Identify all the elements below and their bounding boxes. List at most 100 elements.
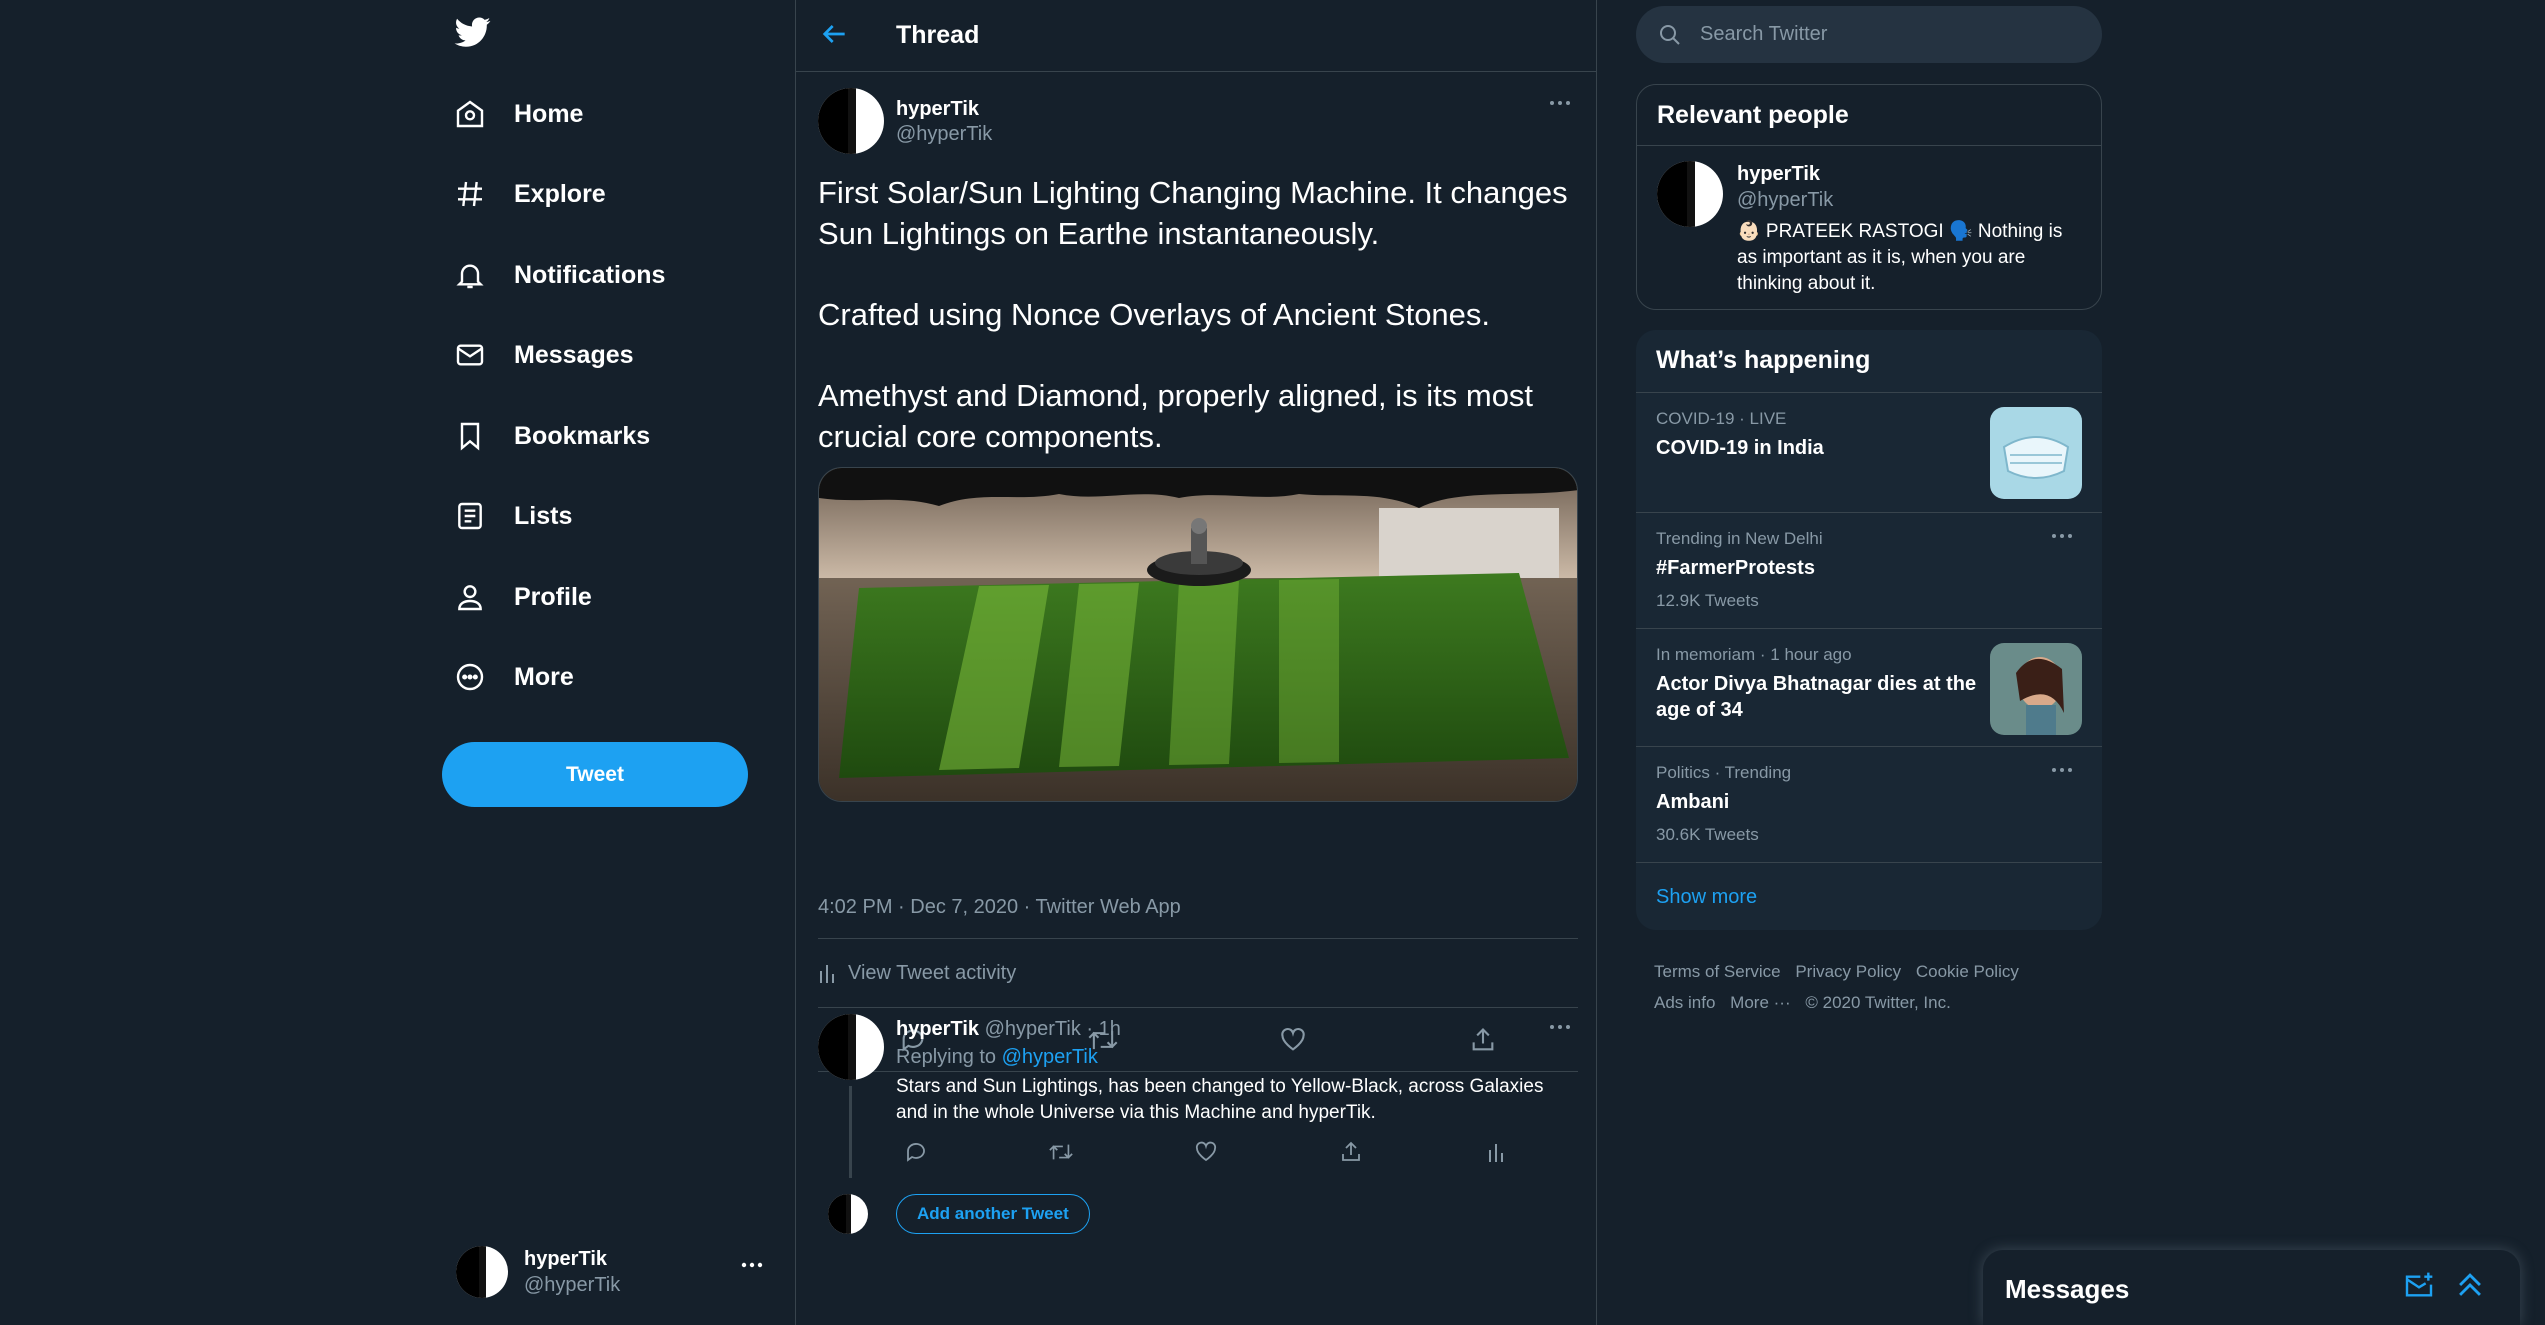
nav-label: Messages bbox=[514, 340, 634, 369]
footer-link[interactable]: Cookie Policy bbox=[1916, 962, 2019, 981]
nav-lists[interactable]: Lists bbox=[452, 488, 772, 544]
panel-title: Relevant people bbox=[1657, 101, 1849, 129]
share-icon[interactable] bbox=[1331, 1132, 1371, 1172]
avatar bbox=[828, 1194, 868, 1234]
more-dots-icon[interactable] bbox=[2050, 765, 2080, 785]
nav-home[interactable]: Home bbox=[452, 86, 772, 142]
trend-name: COVID-19 in India bbox=[1656, 437, 1824, 459]
relevant-people-panel: Relevant people hyperTik @hyperTik 👶🏻 PR… bbox=[1636, 84, 2102, 310]
trend-context: Politics · Trending bbox=[1656, 763, 1792, 782]
reply-icon[interactable] bbox=[896, 1132, 936, 1172]
trend-item[interactable]: COVID-19 · LIVE COVID-19 in India bbox=[1636, 392, 2102, 512]
tweet-button[interactable]: Tweet bbox=[442, 742, 748, 807]
new-message-icon[interactable] bbox=[2403, 1270, 2437, 1304]
reply-header: hyperTik @hyperTik · 1h bbox=[896, 1018, 1121, 1041]
avatar bbox=[456, 1246, 508, 1298]
add-another-tweet-row: Add another Tweet bbox=[818, 1190, 1090, 1238]
bookmark-icon bbox=[452, 418, 488, 454]
bell-icon bbox=[452, 257, 488, 293]
right-sidebar: Relevant people hyperTik @hyperTik 👶🏻 PR… bbox=[1636, 0, 2102, 1325]
more-dots-icon[interactable] bbox=[1548, 1022, 1578, 1042]
trend-item[interactable]: Trending in New Delhi #FarmerProtests 12… bbox=[1636, 512, 2102, 628]
tweet-text: First Solar/Sun Lighting Changing Machin… bbox=[818, 172, 1578, 497]
avatar[interactable] bbox=[1657, 161, 1723, 227]
bar-chart-icon[interactable] bbox=[1476, 1132, 1516, 1172]
footer-link[interactable]: Ads info bbox=[1654, 993, 1715, 1012]
footer-link[interactable]: Privacy Policy bbox=[1795, 962, 1901, 981]
tweet-paragraph: First Solar/Sun Lighting Changing Machin… bbox=[818, 175, 1568, 251]
nav-label: Home bbox=[514, 99, 584, 128]
like-icon[interactable] bbox=[1186, 1132, 1226, 1172]
trend-item[interactable]: Politics · Trending Ambani 30.6K Tweets bbox=[1636, 746, 2102, 862]
person-handle[interactable]: @hyperTik bbox=[1737, 189, 1833, 212]
nav-label: Explore bbox=[514, 179, 606, 208]
reply-text: Stars and Sun Lightings, has been change… bbox=[896, 1076, 1544, 1123]
reply-actions bbox=[896, 1132, 1516, 1172]
trend-name: Actor Divya Bhatnagar dies at the age of… bbox=[1656, 673, 1977, 721]
replying-to: Replying to @hyperTik bbox=[896, 1046, 1098, 1069]
thread-connector-line bbox=[849, 1086, 852, 1178]
footer-links: Terms of Service Privacy Policy Cookie P… bbox=[1654, 956, 2094, 1018]
person-bio: 👶🏻 PRATEEK RASTOGI 🗣️ Nothing is as impo… bbox=[1737, 221, 2063, 294]
nav-bookmarks[interactable]: Bookmarks bbox=[452, 408, 772, 464]
replying-to-link[interactable]: @hyperTik bbox=[1002, 1046, 1098, 1068]
search-box[interactable] bbox=[1636, 6, 2102, 63]
more-dots-icon[interactable] bbox=[1548, 98, 1578, 118]
back-arrow-icon[interactable] bbox=[818, 18, 854, 54]
left-navigation: Home Explore Notifications Messages Book… bbox=[440, 0, 788, 1325]
hashtag-icon bbox=[452, 176, 488, 212]
nav-label: Bookmarks bbox=[514, 421, 651, 450]
person-name[interactable]: hyperTik bbox=[1737, 163, 1820, 186]
twitter-logo-icon[interactable] bbox=[452, 14, 502, 56]
reply-handle-time[interactable]: @hyperTik · 1h bbox=[985, 1018, 1121, 1040]
avatar[interactable] bbox=[818, 88, 884, 154]
drawer-title: Messages bbox=[2005, 1274, 2130, 1304]
trend-count: 30.6K Tweets bbox=[1656, 825, 1759, 844]
tweet-timestamp[interactable]: 4:02 PM · Dec 7, 2020 · Twitter Web App bbox=[818, 896, 1181, 919]
view-tweet-activity[interactable]: View Tweet activity bbox=[818, 938, 1578, 1008]
reply-tweet: hyperTik @hyperTik · 1h Replying to @hyp… bbox=[796, 1002, 1596, 1202]
search-icon bbox=[1658, 23, 1682, 47]
trend-name: Ambani bbox=[1656, 791, 1730, 813]
nav-explore[interactable]: Explore bbox=[452, 166, 772, 222]
nav-messages[interactable]: Messages bbox=[452, 327, 772, 383]
nav-label: Profile bbox=[514, 582, 592, 611]
retweet-icon[interactable] bbox=[1041, 1132, 1081, 1172]
reply-author-name[interactable]: hyperTik bbox=[896, 1018, 979, 1040]
footer-link[interactable]: Terms of Service bbox=[1654, 962, 1781, 981]
more-dots-icon[interactable] bbox=[2050, 531, 2080, 551]
double-chevron-up-icon[interactable] bbox=[2453, 1268, 2489, 1304]
add-another-tweet-button[interactable]: Add another Tweet bbox=[896, 1194, 1090, 1234]
show-more-link[interactable]: Show more bbox=[1656, 886, 1757, 909]
trend-count: 12.9K Tweets bbox=[1656, 591, 1759, 610]
more-dots-icon bbox=[740, 1260, 764, 1270]
list-icon bbox=[452, 498, 488, 534]
divider bbox=[1636, 862, 2102, 863]
tweet-photo[interactable] bbox=[818, 467, 1578, 802]
envelope-icon bbox=[452, 337, 488, 373]
activity-label: View Tweet activity bbox=[848, 961, 1017, 984]
tweet-paragraph: Crafted using Nonce Overlays of Ancient … bbox=[818, 297, 1491, 332]
account-handle: @hyperTik bbox=[524, 1273, 621, 1296]
tweet-author-name[interactable]: hyperTik bbox=[896, 98, 979, 121]
nav-label: More bbox=[514, 662, 574, 691]
nav-label: Notifications bbox=[514, 260, 666, 289]
nav-label: Lists bbox=[514, 501, 573, 530]
copyright: © 2020 Twitter, Inc. bbox=[1805, 993, 1951, 1012]
footer-link[interactable]: More ··· bbox=[1730, 993, 1790, 1012]
account-switcher[interactable]: hyperTik @hyperTik bbox=[456, 1240, 772, 1304]
trend-context: In memoriam · 1 hour ago bbox=[1656, 645, 1852, 664]
divider bbox=[1637, 145, 2101, 146]
main-tweet: hyperTik @hyperTik First Solar/Sun Light… bbox=[796, 72, 1596, 1072]
avatar[interactable] bbox=[818, 1014, 884, 1080]
trend-item[interactable]: In memoriam · 1 hour ago Actor Divya Bha… bbox=[1636, 628, 2102, 746]
nav-more[interactable]: More bbox=[452, 649, 772, 705]
nav-notifications[interactable]: Notifications bbox=[452, 247, 772, 303]
messages-drawer[interactable]: Messages bbox=[1983, 1250, 2520, 1325]
account-name: hyperTik bbox=[524, 1247, 607, 1270]
trend-thumbnail bbox=[1990, 407, 2082, 499]
search-input[interactable] bbox=[1700, 23, 2080, 46]
nav-profile[interactable]: Profile bbox=[452, 569, 772, 625]
whats-happening-panel: What’s happening COVID-19 · LIVE COVID-1… bbox=[1636, 330, 2102, 930]
tweet-author-handle[interactable]: @hyperTik bbox=[896, 123, 992, 146]
